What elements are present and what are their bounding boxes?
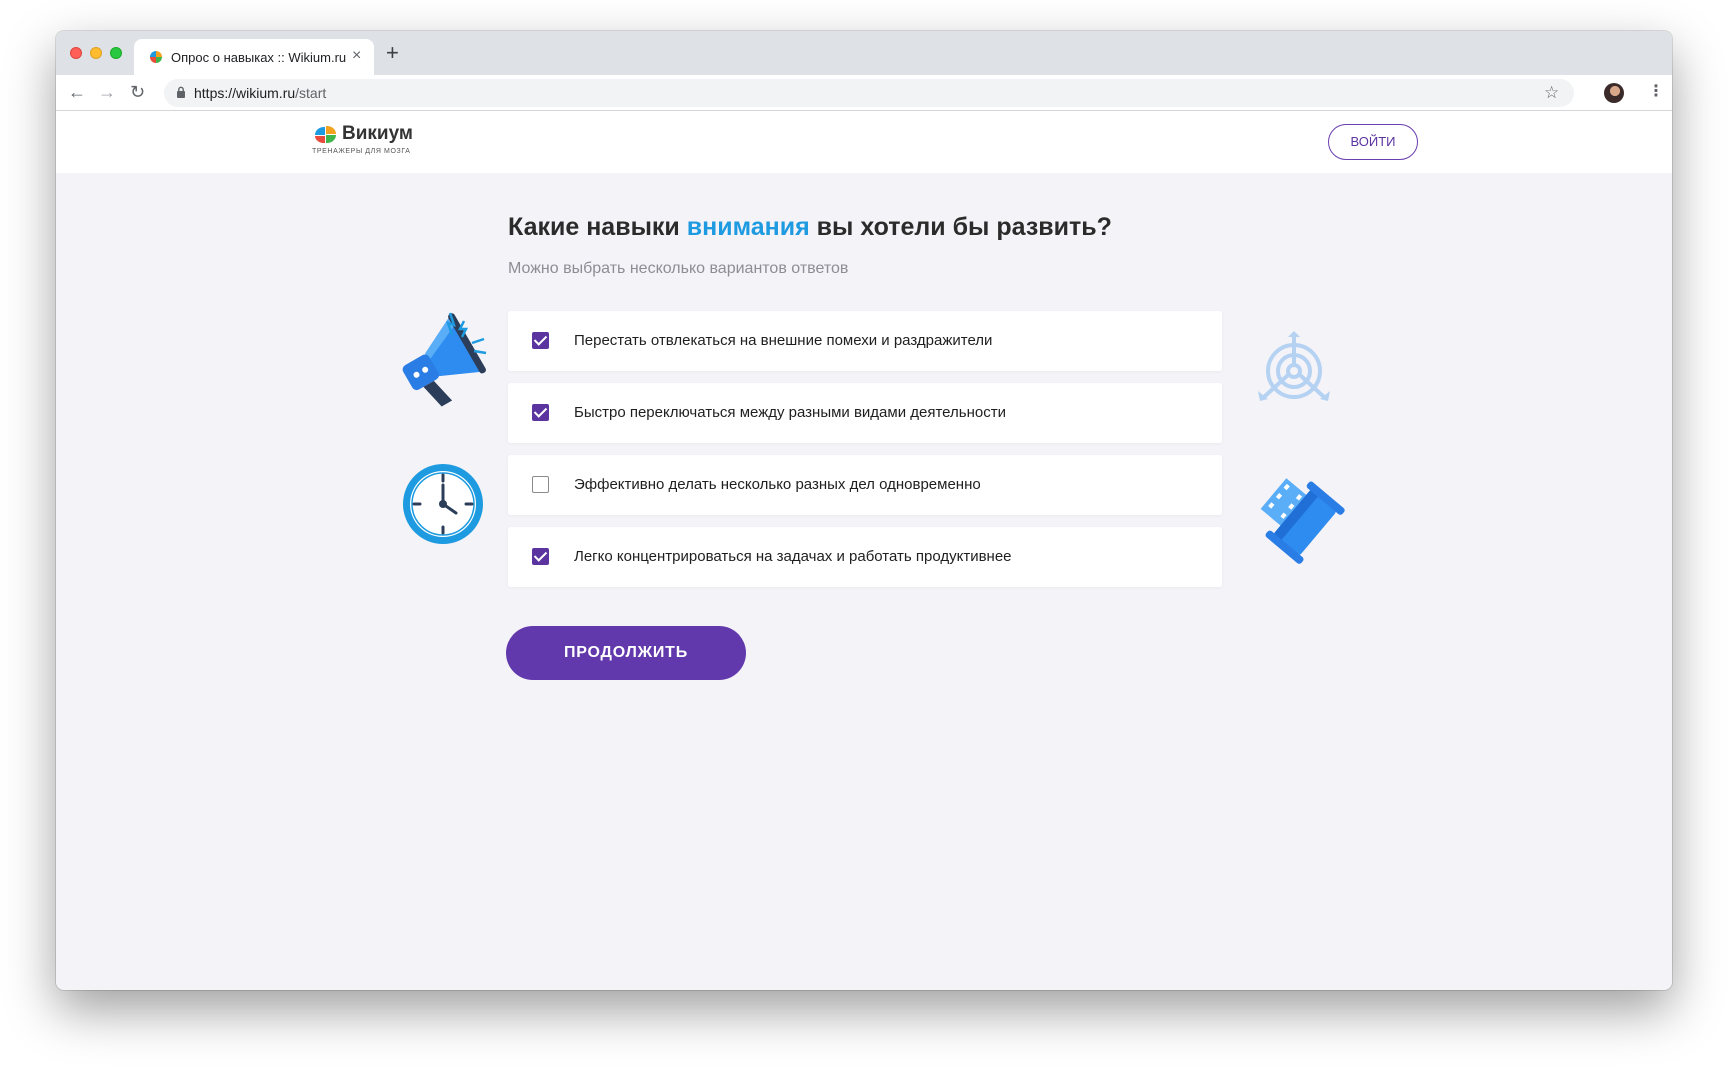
- site-header: Викиум ТРЕНАЖЕРЫ ДЛЯ МОЗГА ВОЙТИ: [56, 111, 1672, 173]
- title-part-2: вы хотели бы развить?: [809, 213, 1112, 241]
- option-checkbox[interactable]: [532, 332, 549, 349]
- answer-option-1[interactable]: Перестать отвлекаться на внешние помехи …: [508, 311, 1222, 371]
- wikium-favicon-icon: [150, 51, 162, 63]
- url-path: /start: [295, 85, 327, 101]
- title-highlight: внимания: [686, 213, 810, 241]
- new-tab-button[interactable]: +: [386, 41, 399, 65]
- reload-button[interactable]: ↻: [130, 81, 145, 103]
- browser-window: Опрос о навыках :: Wikium.ru × + ← → ↻ h…: [56, 31, 1672, 990]
- logo-name: Викиум: [342, 123, 413, 144]
- minimize-window-button[interactable]: [90, 47, 102, 59]
- back-button[interactable]: ←: [68, 81, 86, 103]
- option-label: Легко концентрироваться на задачах и раб…: [574, 548, 1012, 565]
- option-label: Эффективно делать несколько разных дел о…: [574, 476, 981, 493]
- tab-strip: Опрос о навыках :: Wikium.ru × +: [56, 31, 1672, 75]
- close-tab-icon[interactable]: ×: [352, 47, 361, 65]
- url-text: https://wikium.ru/start: [194, 85, 326, 101]
- login-button[interactable]: ВОЙТИ: [1328, 124, 1418, 160]
- title-part-1: Какие навыки: [508, 213, 687, 241]
- address-bar[interactable]: https://wikium.ru/start ☆: [164, 79, 1574, 107]
- logo-tagline: ТРЕНАЖЕРЫ ДЛЯ МОЗГА: [312, 148, 411, 155]
- option-checkbox[interactable]: [532, 404, 549, 421]
- film-roll-icon: [1260, 478, 1345, 564]
- browser-toolbar: ← → ↻ https://wikium.ru/start ☆ ⋮: [56, 75, 1672, 111]
- browser-tab[interactable]: Опрос о навыках :: Wikium.ru ×: [134, 39, 374, 75]
- forward-button[interactable]: →: [98, 81, 116, 103]
- option-label: Перестать отвлекаться на внешние помехи …: [574, 332, 993, 349]
- target-icon: [1258, 331, 1330, 401]
- lock-icon: [177, 86, 185, 98]
- option-checkbox[interactable]: [532, 548, 549, 565]
- bookmark-star-icon[interactable]: ☆: [1544, 83, 1559, 103]
- question-title: Какие навыки внимания вы хотели бы разви…: [508, 213, 1112, 242]
- close-window-button[interactable]: [70, 47, 82, 59]
- tab-title: Опрос о навыках :: Wikium.ru: [171, 50, 347, 65]
- answer-option-2[interactable]: Быстро переключаться между разными видам…: [508, 383, 1222, 443]
- megaphone-icon: [402, 312, 487, 407]
- answer-option-3[interactable]: Эффективно делать несколько разных дел о…: [508, 455, 1222, 515]
- continue-button[interactable]: ПРОДОЛЖИТЬ: [506, 626, 746, 680]
- option-label: Быстро переключаться между разными видам…: [574, 404, 1006, 421]
- browser-menu-icon[interactable]: ⋮: [1648, 82, 1664, 102]
- url-host: https://wikium.ru: [194, 85, 296, 101]
- maximize-window-button[interactable]: [110, 47, 122, 59]
- profile-avatar[interactable]: [1604, 83, 1624, 103]
- brain-logo-icon: [314, 125, 337, 144]
- page-content: Викиум ТРЕНАЖЕРЫ ДЛЯ МОЗГА ВОЙТИ Какие н…: [56, 111, 1672, 990]
- question-hint: Можно выбрать несколько вариантов ответо…: [508, 260, 849, 277]
- answer-option-4[interactable]: Легко концентрироваться на задачах и раб…: [508, 527, 1222, 587]
- clock-icon: [403, 464, 483, 544]
- option-checkbox[interactable]: [532, 476, 549, 493]
